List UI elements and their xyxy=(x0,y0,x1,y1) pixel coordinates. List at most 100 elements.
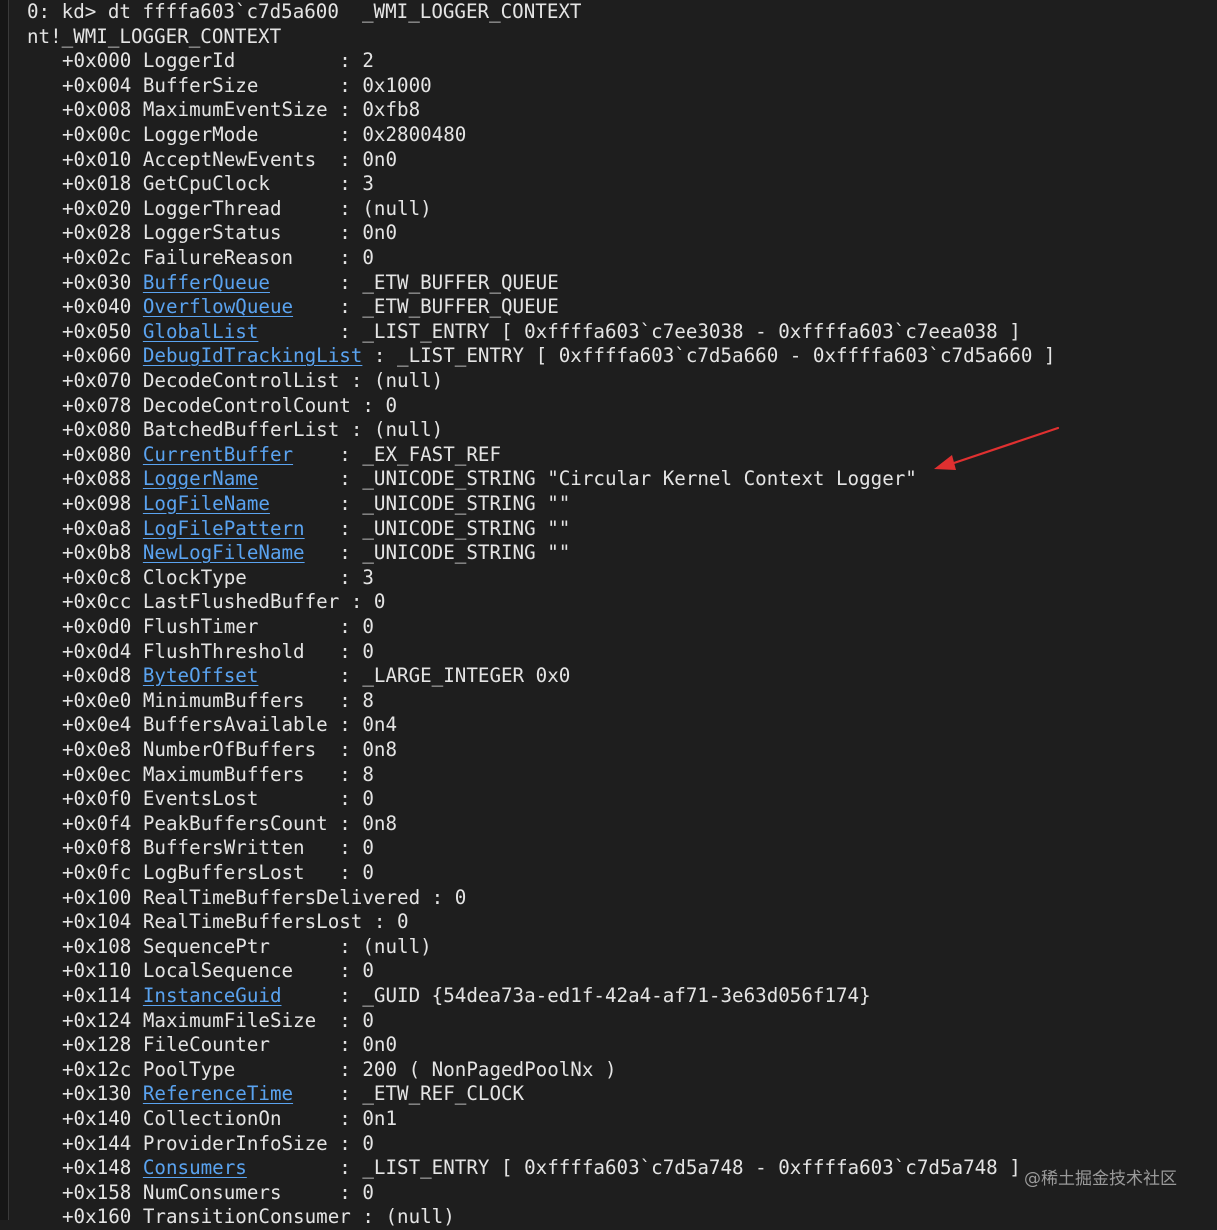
member-row: +0x028 LoggerStatus : 0n0 xyxy=(62,221,397,246)
member-row: +0x0b8 NewLogFileName : _UNICODE_STRING … xyxy=(62,541,570,566)
member-name: SequencePtr xyxy=(142,934,270,958)
member-row: +0x130 ReferenceTime : _ETW_REF_CLOCK xyxy=(62,1082,524,1107)
member-separator: : xyxy=(362,910,398,934)
member-name-link[interactable]: LogFilePattern xyxy=(143,517,305,540)
member-row: +0x0e8 NumberOfBuffers : 0n8 xyxy=(62,738,397,763)
member-name: PeakBuffersCount xyxy=(142,811,328,835)
member-row: +0x0f0 EventsLost : 0 xyxy=(62,787,374,812)
member-name-link[interactable]: GlobalList xyxy=(143,320,259,343)
member-separator: : xyxy=(258,664,363,688)
member-separator: : xyxy=(258,73,363,97)
member-offset: +0x050 xyxy=(62,319,132,343)
member-name-link[interactable]: NewLogFileName xyxy=(143,541,305,564)
member-value: (null) xyxy=(385,1205,455,1229)
member-row: +0x100 RealTimeBuffersDelivered : 0 xyxy=(62,886,466,911)
member-value: 0 xyxy=(362,861,374,884)
member-offset: +0x0b8 xyxy=(62,541,132,565)
member-value: _UNICODE_STRING "" xyxy=(362,541,571,565)
member-value: 0 xyxy=(373,590,386,614)
member-separator: : xyxy=(269,1033,363,1057)
member-separator: : xyxy=(304,836,363,860)
member-name: LoggerId xyxy=(142,49,236,73)
member-name-link[interactable]: Consumers xyxy=(143,1156,247,1179)
member-separator: : xyxy=(246,1156,363,1180)
member-row: +0x124 MaximumFileSize : 0 xyxy=(62,1009,374,1034)
member-row: +0x0d0 FlushTimer : 0 xyxy=(62,615,374,640)
member-row: +0x140 CollectionOn : 0n1 xyxy=(62,1107,397,1132)
member-name-link[interactable]: OverflowQueue xyxy=(143,295,293,318)
member-offset: +0x080 xyxy=(62,418,132,442)
member-separator: : xyxy=(269,492,363,515)
member-value: 200 ( NonPagedPoolNx ) xyxy=(362,1057,617,1081)
member-offset: +0x070 xyxy=(62,369,132,392)
left-gutter xyxy=(0,0,9,1220)
member-name-link[interactable]: ByteOffset xyxy=(143,664,259,687)
member-separator: : xyxy=(293,1082,363,1106)
member-separator: : xyxy=(258,319,363,343)
member-offset: +0x0ec xyxy=(62,762,132,786)
member-offset: +0x004 xyxy=(62,73,132,97)
member-name-link[interactable]: CurrentBuffer xyxy=(143,443,293,466)
member-offset: +0x080 xyxy=(62,442,132,466)
member-value: 3 xyxy=(362,565,374,589)
member-row: +0x0d8 ByteOffset : _LARGE_INTEGER 0x0 xyxy=(62,664,570,689)
member-name-link[interactable]: ReferenceTime xyxy=(143,1082,293,1105)
member-value: _UNICODE_STRING "" xyxy=(362,492,571,515)
member-name: LogBuffersLost xyxy=(142,861,305,884)
member-name: LoggerStatus xyxy=(142,221,282,245)
member-offset: +0x078 xyxy=(62,393,132,417)
member-row: +0x018 GetCpuClock : 3 xyxy=(62,172,374,197)
member-offset: +0x0f0 xyxy=(62,787,132,811)
member-offset: +0x008 xyxy=(62,98,132,122)
member-name-link[interactable]: DebugIdTrackingList xyxy=(143,344,363,367)
member-offset: +0x0c8 xyxy=(62,565,132,589)
member-separator: : xyxy=(281,984,363,1007)
member-row: +0x000 LoggerId : 2 xyxy=(62,49,374,74)
member-offset: +0x160 xyxy=(62,1205,132,1229)
member-value: 0n0 xyxy=(362,221,398,245)
member-offset: +0x0d8 xyxy=(62,664,132,688)
member-offset: +0x12c xyxy=(62,1057,132,1081)
member-value: 0 xyxy=(362,1008,374,1032)
member-separator: : xyxy=(316,738,363,761)
member-separator: : xyxy=(269,172,363,196)
member-offset: +0x098 xyxy=(62,492,132,515)
member-offset: +0x124 xyxy=(62,1008,132,1032)
member-separator: : xyxy=(339,590,374,614)
member-separator: : xyxy=(316,1008,363,1032)
member-offset: +0x020 xyxy=(62,196,132,220)
member-name: FileCounter xyxy=(142,1033,270,1057)
member-value: 2 xyxy=(362,49,374,73)
type-name-line: nt!_WMI_LOGGER_CONTEXT xyxy=(27,24,282,48)
member-row: +0x128 FileCounter : 0n0 xyxy=(62,1033,397,1058)
member-row: +0x050 GlobalList : _LIST_ENTRY [ 0xffff… xyxy=(62,320,1021,345)
member-separator: : xyxy=(246,565,363,589)
member-separator: : xyxy=(420,885,455,909)
member-row: +0x080 BatchedBufferList : (null) xyxy=(62,418,443,443)
member-row: +0x148 Consumers : _LIST_ENTRY [ 0xffffa… xyxy=(62,1156,1021,1181)
member-name-link[interactable]: LoggerName xyxy=(143,467,259,490)
member-row: +0x104 RealTimeBuffersLost : 0 xyxy=(62,910,409,935)
member-offset: +0x110 xyxy=(62,959,132,983)
member-value: 0 xyxy=(362,246,374,269)
member-separator: : xyxy=(293,246,363,269)
member-separator: : xyxy=(258,787,363,811)
member-offset: +0x148 xyxy=(62,1156,132,1180)
member-row: +0x12c PoolType : 200 ( NonPagedPoolNx ) xyxy=(62,1058,617,1083)
member-name: PoolType xyxy=(142,1057,236,1081)
member-name-link[interactable]: BufferQueue xyxy=(143,271,270,294)
member-name: DecodeControlList xyxy=(142,369,340,392)
member-offset: +0x158 xyxy=(62,1180,132,1204)
member-separator: : xyxy=(281,221,363,245)
member-value: _GUID {54dea73a-ed1f-42a4-af71-3e63d056f… xyxy=(362,984,871,1007)
member-value: 0 xyxy=(362,787,374,811)
member-name: BufferSize xyxy=(142,73,259,97)
member-offset: +0x0d0 xyxy=(62,615,132,638)
member-name-link[interactable]: LogFileName xyxy=(143,492,270,515)
member-name: FlushThreshold xyxy=(142,639,305,663)
member-value: 0 xyxy=(454,885,467,909)
member-name: GetCpuClock xyxy=(142,172,270,196)
member-name-link[interactable]: InstanceGuid xyxy=(143,984,282,1007)
member-separator: : xyxy=(350,1205,386,1229)
member-value: _ETW_BUFFER_QUEUE xyxy=(362,295,559,319)
